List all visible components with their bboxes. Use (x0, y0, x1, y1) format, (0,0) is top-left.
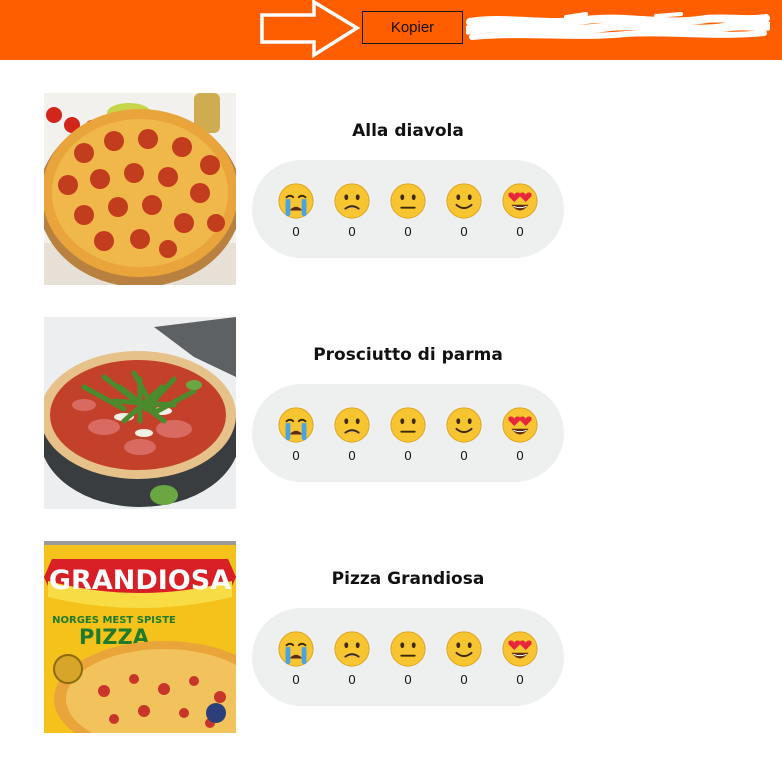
top-bar: Kopier (0, 0, 782, 60)
redacted-link-scribble (466, 12, 770, 40)
reaction-bar: 0 0 0 0 0 (252, 384, 564, 482)
reaction-neutral[interactable]: 0 (383, 406, 433, 463)
pizza-title: Prosciutto di parma (313, 345, 503, 365)
neutral-face-icon (390, 183, 426, 219)
reaction-confused[interactable]: 0 (327, 630, 377, 687)
copy-button[interactable]: Kopier (362, 11, 463, 44)
reaction-count: 0 (292, 224, 300, 239)
neutral-face-icon (390, 631, 426, 667)
pizza-item: Prosciutto di parma 0 0 0 0 0 (0, 317, 782, 509)
grandiosa-logo-text: GRANDIOSA (49, 565, 231, 596)
reaction-neutral[interactable]: 0 (383, 182, 433, 239)
reaction-count: 0 (292, 672, 300, 687)
reaction-crying[interactable]: 0 (271, 182, 321, 239)
reaction-crying[interactable]: 0 (271, 630, 321, 687)
pizza-item: GRANDIOSA NORGES MEST SPISTE PIZZA Pizza… (0, 541, 782, 733)
reaction-count: 0 (348, 224, 356, 239)
confused-face-icon (334, 407, 370, 443)
heart-eyes-face-icon (502, 407, 538, 443)
smiling-face-icon (446, 183, 482, 219)
heart-eyes-face-icon (502, 183, 538, 219)
crying-face-icon (278, 183, 314, 219)
grandiosa-package-photo: GRANDIOSA NORGES MEST SPISTE PIZZA (44, 541, 236, 733)
prosciutto-rucola-pizza-photo (44, 317, 236, 509)
reaction-crying[interactable]: 0 (271, 406, 321, 463)
pizza-title: Pizza Grandiosa (331, 569, 485, 589)
reaction-count: 0 (404, 224, 412, 239)
pepperoni-pizza-photo (44, 93, 236, 285)
crying-face-icon (278, 631, 314, 667)
confused-face-icon (334, 631, 370, 667)
heart-eyes-face-icon (502, 631, 538, 667)
reaction-smiling[interactable]: 0 (439, 406, 489, 463)
crying-face-icon (278, 407, 314, 443)
reaction-count: 0 (516, 448, 524, 463)
reaction-heart-eyes[interactable]: 0 (495, 182, 545, 239)
reaction-count: 0 (404, 448, 412, 463)
reaction-heart-eyes[interactable]: 0 (495, 406, 545, 463)
reaction-confused[interactable]: 0 (327, 182, 377, 239)
reaction-count: 0 (460, 672, 468, 687)
reaction-smiling[interactable]: 0 (439, 182, 489, 239)
reaction-count: 0 (516, 224, 524, 239)
pizza-item: Alla diavola 0 0 0 0 0 (0, 93, 782, 285)
neutral-face-icon (390, 407, 426, 443)
smiling-face-icon (446, 631, 482, 667)
reaction-count: 0 (348, 672, 356, 687)
smiling-face-icon (446, 407, 482, 443)
reaction-bar: 0 0 0 0 0 (252, 160, 564, 258)
reaction-count: 0 (516, 672, 524, 687)
confused-face-icon (334, 183, 370, 219)
reaction-confused[interactable]: 0 (327, 406, 377, 463)
reaction-bar: 0 0 0 0 0 (252, 608, 564, 706)
right-arrow-outline-icon (260, 0, 360, 58)
pizza-title: Alla diavola (352, 121, 464, 141)
reaction-count: 0 (348, 448, 356, 463)
reaction-count: 0 (292, 448, 300, 463)
reaction-neutral[interactable]: 0 (383, 630, 433, 687)
reaction-heart-eyes[interactable]: 0 (495, 630, 545, 687)
reaction-count: 0 (404, 672, 412, 687)
reaction-smiling[interactable]: 0 (439, 630, 489, 687)
reaction-count: 0 (460, 448, 468, 463)
svg-text:GRANDIOSA: GRANDIOSA (49, 565, 231, 596)
reaction-count: 0 (460, 224, 468, 239)
